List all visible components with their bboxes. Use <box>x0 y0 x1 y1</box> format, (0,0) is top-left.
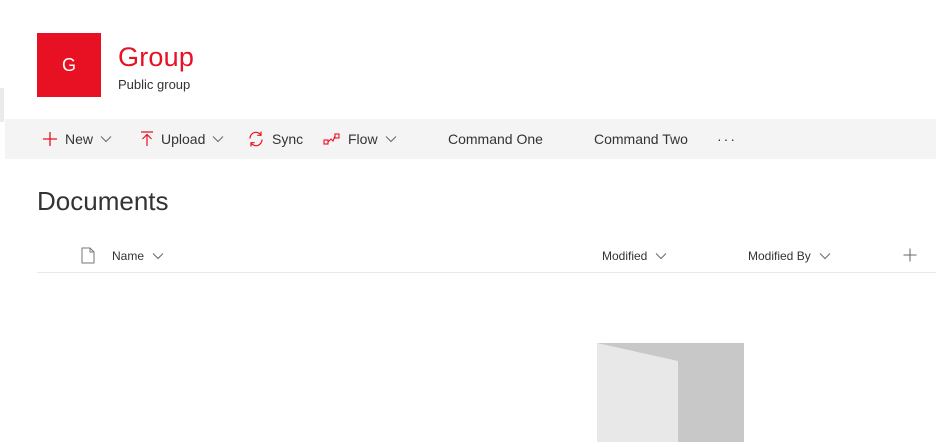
column-modified-label: Modified <box>602 249 648 263</box>
flow-button-label: Flow <box>348 131 378 147</box>
command-two-button[interactable]: Command Two <box>594 119 688 159</box>
more-icon: ··· <box>717 131 737 147</box>
library-title: Documents <box>37 186 169 216</box>
chevron-down-icon <box>385 135 397 143</box>
sync-button-label: Sync <box>272 131 304 147</box>
column-name-label: Name <box>112 249 145 263</box>
chevron-down-icon <box>819 252 831 260</box>
plus-icon <box>42 131 58 147</box>
chevron-down-icon <box>655 252 667 260</box>
column-header-row: Name Modified Modified By <box>37 240 936 273</box>
new-button[interactable]: New <box>42 119 112 159</box>
left-edge <box>0 0 5 442</box>
upload-button-label: Upload <box>161 131 206 147</box>
sync-button[interactable]: Sync <box>247 119 303 159</box>
chevron-down-icon <box>212 135 224 143</box>
site-logo[interactable]: G <box>37 33 101 97</box>
site-title[interactable]: Group <box>118 42 194 73</box>
chevron-down-icon <box>100 135 112 143</box>
command-two-label: Command Two <box>594 131 688 147</box>
column-header-name[interactable]: Name <box>112 240 164 272</box>
more-commands-button[interactable]: ··· <box>717 119 737 159</box>
add-column-icon[interactable] <box>903 248 917 267</box>
command-one-label: Command One <box>448 131 543 147</box>
column-header-modified-by[interactable]: Modified By <box>748 240 831 272</box>
file-type-icon[interactable] <box>81 247 95 269</box>
column-modified-by-label: Modified By <box>748 249 811 263</box>
upload-icon <box>140 131 154 147</box>
left-edge-line <box>0 88 4 122</box>
new-button-label: New <box>65 131 94 147</box>
flow-icon <box>323 132 341 146</box>
command-bar: New Upload Sync Flow Command One Command… <box>5 119 936 159</box>
site-subtitle: Public group <box>118 77 191 92</box>
chevron-down-icon <box>152 252 164 260</box>
command-one-button[interactable]: Command One <box>448 119 543 159</box>
column-header-modified[interactable]: Modified <box>602 240 667 272</box>
empty-folder-illustration <box>597 343 744 447</box>
site-logo-initial: G <box>61 54 76 75</box>
flow-button[interactable]: Flow <box>323 119 397 159</box>
upload-button[interactable]: Upload <box>140 119 224 159</box>
sync-icon <box>247 130 265 148</box>
